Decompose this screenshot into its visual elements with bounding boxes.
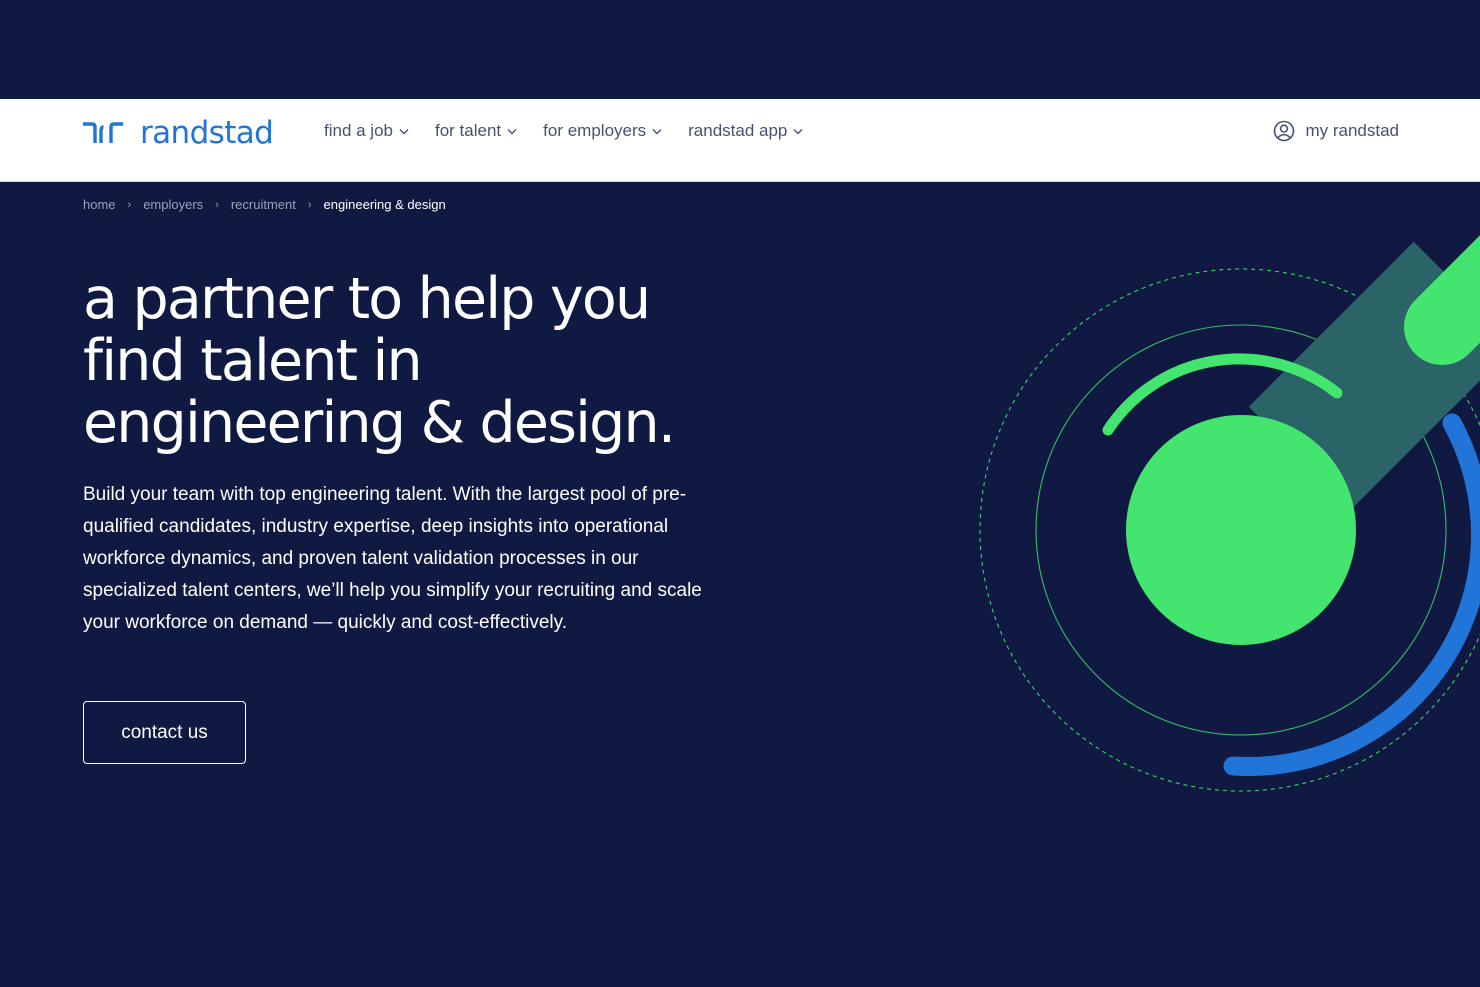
chevron-down-icon xyxy=(507,128,517,134)
title-line: find talent in xyxy=(83,328,423,394)
hero-illustration xyxy=(979,235,1480,792)
nav-item-label: for employers xyxy=(543,121,647,140)
nav-item-randstad-app[interactable]: randstad app xyxy=(688,119,803,143)
top-navigation-bar: randstad find a job for talent for emplo… xyxy=(0,99,1480,182)
breadcrumb-recruitment[interactable]: recruitment xyxy=(231,196,296,214)
nav-item-find-a-job[interactable]: find a job xyxy=(324,119,409,143)
breadcrumb-home[interactable]: home xyxy=(83,196,116,214)
randstad-logo[interactable]: randstad xyxy=(82,113,274,153)
hero-description: Build your team with top engineering tal… xyxy=(83,484,702,633)
user-circle-icon xyxy=(1274,120,1295,142)
nav-item-for-employers[interactable]: for employers xyxy=(543,119,662,143)
my-randstad-link[interactable]: my randstad xyxy=(1273,119,1399,143)
randstad-logo-icon xyxy=(83,122,123,143)
green-capsule xyxy=(1404,235,1480,365)
breadcrumb: home › employers › recruitment › enginee… xyxy=(83,196,446,214)
chevron-down-icon xyxy=(399,128,409,134)
title-line: a partner to help you xyxy=(83,266,651,332)
breadcrumb-current: engineering & design xyxy=(323,197,446,212)
contact-us-button[interactable]: contact us xyxy=(83,701,246,764)
page-title: a partner to help you find talent in eng… xyxy=(83,268,783,454)
nav-item-label: for talent xyxy=(435,121,502,140)
chevron-down-icon xyxy=(793,128,803,134)
main-nav: find a job for talent for employers rand… xyxy=(324,119,829,143)
nav-item-for-talent[interactable]: for talent xyxy=(435,119,517,143)
chevron-right-icon: › xyxy=(127,199,132,211)
account-label: my randstad xyxy=(1305,121,1399,140)
title-line: engineering & design. xyxy=(83,390,676,456)
logo-wordmark: randstad xyxy=(140,115,274,151)
chevron-down-icon xyxy=(652,128,662,134)
chevron-right-icon: › xyxy=(307,199,312,211)
nav-item-label: find a job xyxy=(324,121,393,140)
chevron-right-icon: › xyxy=(215,199,219,211)
nav-item-label: randstad app xyxy=(688,121,788,140)
green-circle xyxy=(1126,415,1356,645)
breadcrumb-employers[interactable]: employers xyxy=(143,196,203,214)
